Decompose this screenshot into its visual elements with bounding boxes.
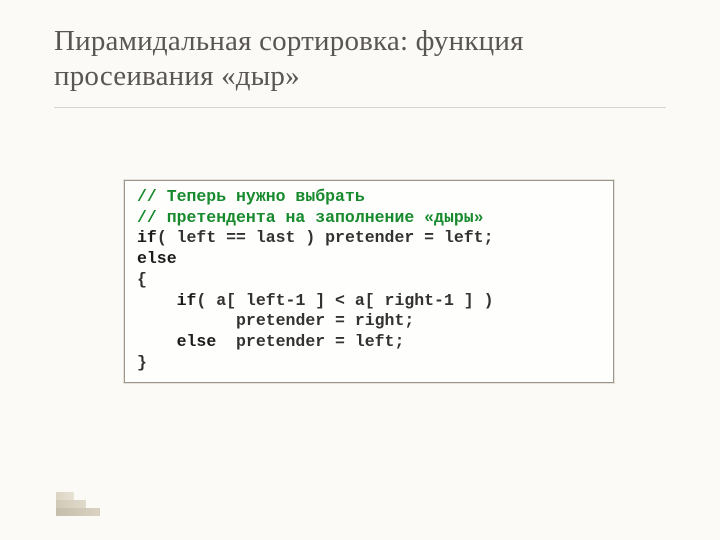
code-keyword-if: if: [137, 228, 157, 247]
code-text: pretender = right;: [236, 311, 414, 330]
code-brace-open: {: [137, 270, 147, 289]
code-text: pretender = left;: [216, 332, 404, 351]
code-keyword-else-inner: else: [177, 332, 217, 351]
code-text: ( left == last ) pretender = left;: [157, 228, 494, 247]
slide-decoration: [56, 488, 100, 516]
slide: Пирамидальная сортировка: функция просеи…: [0, 0, 720, 540]
code-comment-2: // претендента на заполнение «дыры»: [137, 208, 484, 227]
code-box: // Теперь нужно выбрать // претендента н…: [124, 180, 614, 383]
decor-bar: [56, 500, 86, 508]
slide-title: Пирамидальная сортировка: функция просеи…: [54, 24, 666, 108]
decor-bar: [56, 492, 74, 500]
code-comment-1: // Теперь нужно выбрать: [137, 187, 365, 206]
code-brace-close: }: [137, 353, 147, 372]
code-keyword-else: else: [137, 249, 177, 268]
code-block: // Теперь нужно выбрать // претендента н…: [137, 187, 601, 374]
code-keyword-if-inner: if: [177, 291, 197, 310]
decor-bar: [56, 508, 100, 516]
code-text: ( a[ left-1 ] < a[ right-1 ] ): [196, 291, 493, 310]
